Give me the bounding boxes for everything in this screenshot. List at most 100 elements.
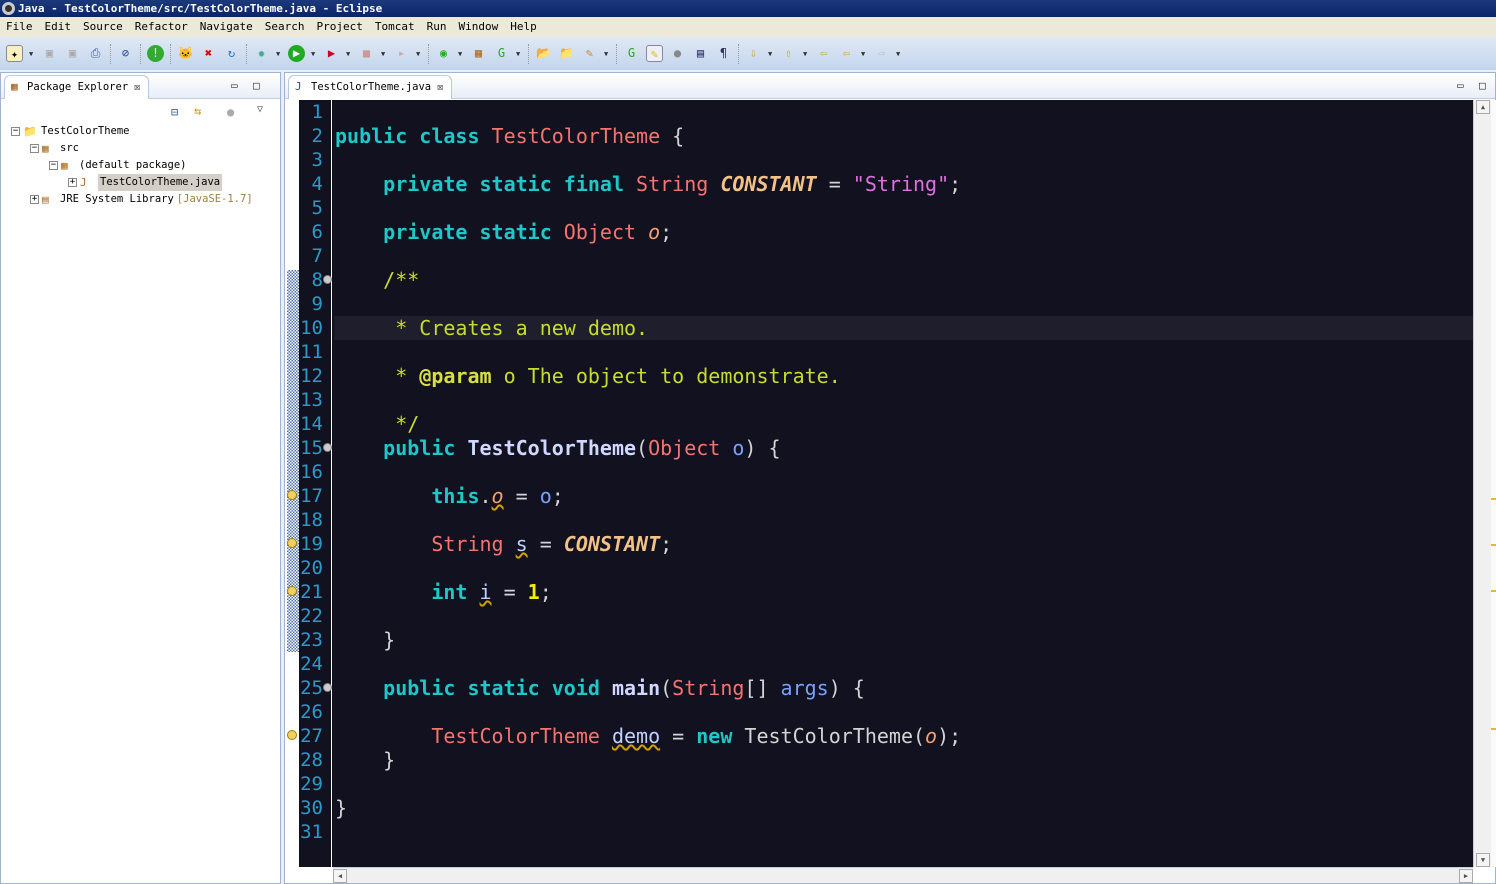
stop-icon[interactable]: ■	[358, 45, 375, 62]
forward-icon[interactable]: ⇨	[873, 45, 890, 62]
forward-dropdown-icon[interactable]: ▼	[896, 50, 902, 58]
search-icon[interactable]: ✎	[581, 45, 598, 62]
new-class-dropdown-icon[interactable]: ▼	[516, 50, 522, 58]
minimize-icon[interactable]: ▭	[231, 79, 238, 92]
code-line[interactable]: }	[335, 748, 395, 772]
code-editor[interactable]: 1 2 3 4 5 6 7 8 9 10 11 12 13 14 15 16 17 18 19 20 21 22 23 24 2…	[285, 100, 1473, 867]
stop-dropdown-icon[interactable]: ▼	[381, 50, 387, 58]
fold-collapse-icon[interactable]	[323, 443, 332, 452]
view-menu-icon[interactable]: ▽	[257, 104, 263, 115]
open-type-icon[interactable]: 📂	[535, 45, 552, 62]
back-icon[interactable]: ⇦	[838, 45, 855, 62]
link-with-editor-icon[interactable]: ⇆	[194, 104, 201, 118]
save-all-icon[interactable]: ▣	[64, 45, 81, 62]
collapse-all-icon[interactable]: ⊟	[171, 105, 178, 119]
new-package-icon[interactable]: ▦	[470, 45, 487, 62]
vertical-scrollbar[interactable]: ▲ ▼	[1473, 100, 1491, 867]
tomcat-start-icon[interactable]: 🐱	[177, 45, 194, 62]
close-icon[interactable]: ☒	[134, 76, 140, 99]
code-line[interactable]: /**	[335, 268, 419, 292]
debug-icon[interactable]: ✹	[253, 45, 270, 62]
collapse-icon[interactable]: −	[49, 161, 58, 170]
menu-search[interactable]: Search	[259, 17, 311, 37]
code-line[interactable]: public TestColorTheme(Object o) {	[335, 436, 780, 460]
fold-collapse-icon[interactable]	[323, 683, 332, 692]
menu-source[interactable]: Source	[77, 17, 129, 37]
toggle-highlight-icon[interactable]: ✎	[646, 45, 663, 62]
overview-ruler[interactable]	[1491, 100, 1496, 867]
new-icon[interactable]: ✦	[6, 45, 23, 62]
search-dropdown-icon[interactable]: ▼	[604, 50, 610, 58]
new-class-icon[interactable]: G	[493, 45, 510, 62]
scroll-right-icon[interactable]: ▶	[1459, 869, 1473, 883]
filters-icon[interactable]: ●	[227, 105, 234, 119]
warning-lightbulb-icon[interactable]	[287, 586, 297, 596]
warning-lightbulb-icon[interactable]	[287, 538, 297, 548]
last-edit-location-icon[interactable]: ⇦	[815, 45, 832, 62]
code-line[interactable]: TestColorTheme demo = new TestColorTheme…	[335, 724, 961, 748]
scroll-down-icon[interactable]: ▼	[1476, 853, 1490, 867]
breadcrumb-toggle-icon[interactable]: ●	[669, 45, 686, 62]
code-line[interactable]: * @param o The object to demonstrate.	[335, 364, 841, 388]
coverage-icon[interactable]: ◉	[435, 45, 452, 62]
tree-item[interactable]: + ▤ JRE System Library [JavaSE-1.7]	[30, 191, 253, 208]
menu-help[interactable]: Help	[504, 17, 543, 37]
debug-dropdown-icon[interactable]: ▼	[276, 50, 282, 58]
scroll-left-icon[interactable]: ◀	[333, 869, 347, 883]
maximize-icon[interactable]: □	[1479, 79, 1486, 92]
horizontal-scrollbar[interactable]: ◀ ▶	[333, 867, 1473, 883]
menu-refactor[interactable]: Refactor	[129, 17, 194, 37]
disconnect-icon[interactable]: ▸	[393, 45, 410, 62]
code-line[interactable]: public class TestColorTheme {	[335, 124, 684, 148]
back-dropdown-icon[interactable]: ▼	[861, 50, 867, 58]
save-icon[interactable]: ▣	[41, 45, 58, 62]
code-line[interactable]: * Creates a new demo.	[335, 316, 648, 340]
tree-item[interactable]: + J TestColorTheme.java	[68, 174, 223, 191]
code-line[interactable]: String s = CONSTANT;	[335, 532, 672, 556]
expand-icon[interactable]: +	[30, 195, 39, 204]
menu-file[interactable]: File	[0, 17, 39, 37]
block-selection-icon[interactable]: ▤	[692, 45, 709, 62]
previous-annotation-dropdown-icon[interactable]: ▼	[803, 50, 809, 58]
code-line[interactable]: private static final String CONSTANT = "…	[335, 172, 961, 196]
code-line[interactable]: */	[335, 412, 419, 436]
toggle-mark-occurrences-icon[interactable]: ⊘	[117, 45, 134, 62]
menu-navigate[interactable]: Navigate	[194, 17, 259, 37]
code-line[interactable]: }	[335, 796, 347, 820]
next-annotation-icon[interactable]: ⇩	[745, 45, 762, 62]
tree-item[interactable]: − 📁 TestColorTheme	[11, 123, 130, 140]
open-call-hierarchy-icon[interactable]: G	[623, 45, 640, 62]
close-icon[interactable]: ☒	[437, 76, 443, 99]
open-resource-icon[interactable]: 📁	[558, 45, 575, 62]
tab-package-explorer[interactable]: ▦ Package Explorer ☒	[4, 75, 150, 99]
menu-project[interactable]: Project	[310, 17, 368, 37]
warning-marker[interactable]	[1491, 498, 1496, 501]
code-line[interactable]: public static void main(String[] args) {	[335, 676, 865, 700]
code-line[interactable]: int i = 1;	[335, 580, 551, 604]
external-tools-dropdown-icon[interactable]: ▼	[346, 50, 352, 58]
run-icon[interactable]: ▶	[288, 45, 305, 62]
menu-edit[interactable]: Edit	[39, 17, 78, 37]
code-line[interactable]: }	[335, 628, 395, 652]
warning-marker[interactable]	[1491, 728, 1496, 731]
expand-icon[interactable]: +	[68, 178, 77, 187]
menu-run[interactable]: Run	[421, 17, 453, 37]
bug-report-icon[interactable]: !	[147, 45, 164, 62]
warning-lightbulb-icon[interactable]	[287, 490, 297, 500]
maximize-icon[interactable]: □	[253, 79, 260, 92]
print-icon[interactable]: ⎙	[87, 45, 104, 62]
external-tools-icon[interactable]: ▶	[323, 45, 340, 62]
tree-item[interactable]: − ▦ (default package)	[49, 157, 186, 174]
next-annotation-dropdown-icon[interactable]: ▼	[768, 50, 774, 58]
menu-window[interactable]: Window	[452, 17, 504, 37]
collapse-icon[interactable]: −	[30, 144, 39, 153]
code-line[interactable]: this.o = o;	[335, 484, 563, 508]
warning-marker[interactable]	[1491, 544, 1496, 547]
tomcat-stop-icon[interactable]: ✖	[200, 45, 217, 62]
minimize-icon[interactable]: ▭	[1457, 79, 1464, 92]
tree-item[interactable]: − ▦ src	[30, 140, 79, 157]
previous-annotation-icon[interactable]: ⇧	[780, 45, 797, 62]
code-line[interactable]: private static Object o;	[335, 220, 672, 244]
disconnect-dropdown-icon[interactable]: ▼	[416, 50, 422, 58]
collapse-icon[interactable]: −	[11, 127, 20, 136]
